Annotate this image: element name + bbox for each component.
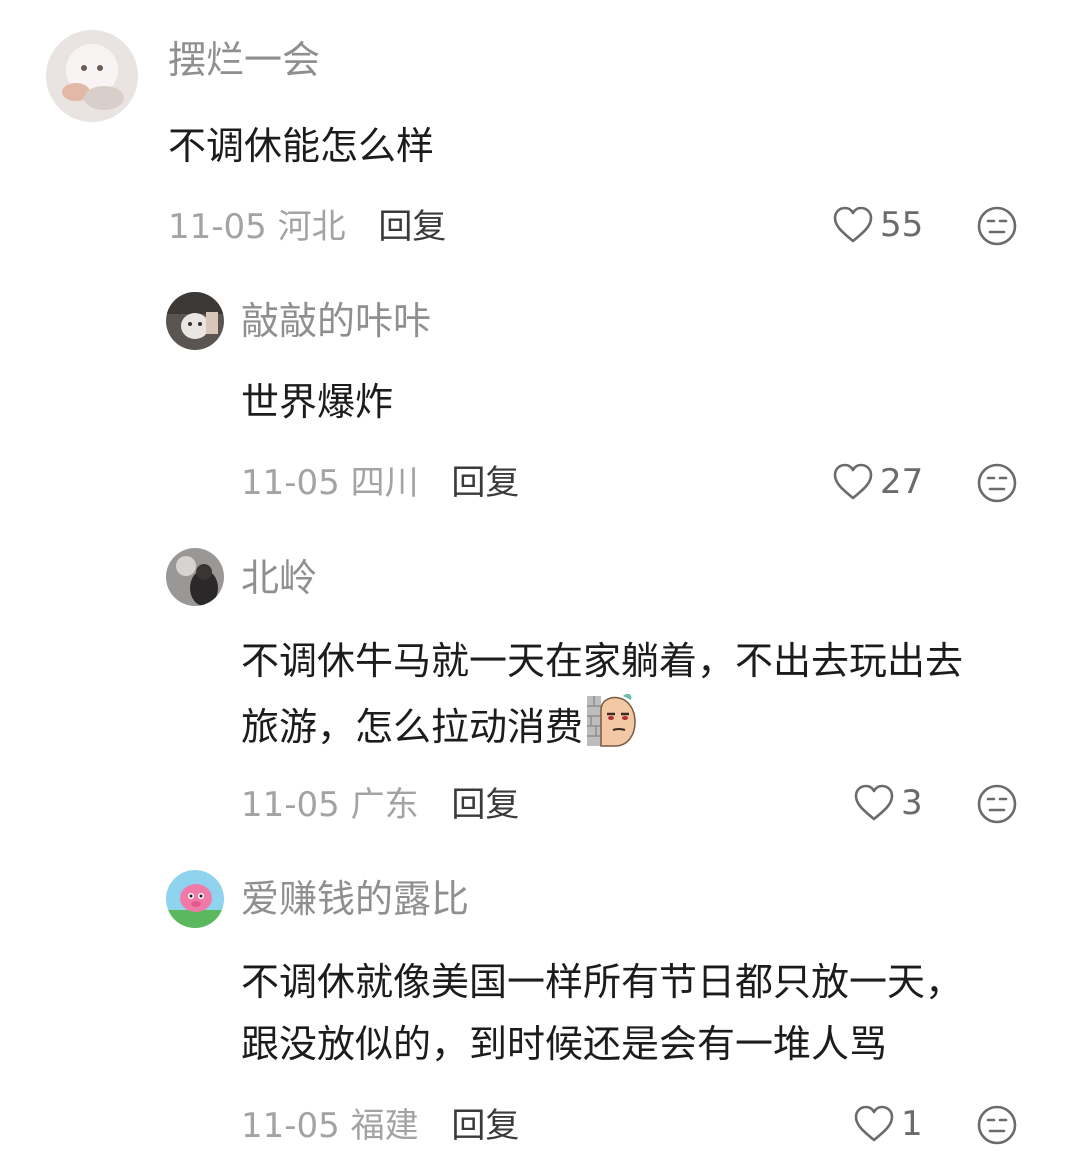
peeking-wall-emoji [587, 693, 636, 747]
comment-date: 11-05 [241, 1106, 340, 1146]
comment-meta: 11-05 广东 回复 [241, 785, 519, 825]
comment-line: 跟没放似的，到时候还是会有一堆人骂 [241, 1022, 888, 1066]
like-button[interactable]: 27 [832, 462, 923, 502]
avatar[interactable] [166, 870, 224, 928]
comment-text: 不调休就像美国一样所有节日都只放一天， 跟没放似的，到时候还是会有一堆人骂 [241, 951, 963, 1075]
heart-outline-icon [833, 206, 873, 243]
comment-meta: 11-05 四川 回复 [241, 463, 519, 503]
comment-meta: 11-05 河北 回复 [168, 207, 446, 247]
comment-location: 四川 [350, 463, 419, 503]
comment-text: 不调休能怎么样 [168, 115, 434, 177]
comment-text: 世界爆炸 [241, 371, 393, 433]
comment-line: 不调休牛马就一天在家躺着，不出去玩出去 [241, 639, 964, 683]
comment-location: 河北 [277, 207, 346, 247]
reply-button[interactable]: 回复 [451, 463, 519, 503]
comment-line: 不调休就像美国一样所有节日都只放一天， [241, 960, 964, 1004]
heart-outline-icon [833, 463, 873, 500]
like-button[interactable]: 55 [832, 205, 923, 245]
comment-meta: 11-05 福建 回复 [241, 1106, 519, 1146]
like-button[interactable]: 1 [853, 1104, 923, 1144]
reply-button[interactable]: 回复 [451, 785, 519, 825]
comment-line: 不调休能怎么样 [168, 124, 435, 168]
username[interactable]: 爱赚钱的露比 [241, 877, 469, 921]
meh-face-icon[interactable] [976, 1104, 1018, 1146]
avatar[interactable] [46, 30, 138, 122]
meh-face-icon[interactable] [976, 462, 1018, 504]
comment-location: 广东 [350, 785, 419, 825]
heart-outline-icon [854, 1105, 894, 1142]
username[interactable]: 北岭 [241, 556, 317, 600]
like-count: 55 [880, 205, 924, 245]
like-count: 1 [901, 1104, 923, 1144]
comment-location: 福建 [350, 1106, 419, 1146]
username[interactable]: 敲敲的咔咔 [241, 299, 431, 343]
comment-line: 旅游，怎么拉动消费 [241, 705, 584, 749]
like-count: 27 [880, 462, 924, 502]
comment-date: 11-05 [241, 463, 340, 503]
username[interactable]: 摆烂一会 [168, 38, 320, 82]
meh-face-icon[interactable] [976, 783, 1018, 825]
avatar[interactable] [166, 548, 224, 606]
heart-outline-icon [854, 784, 894, 821]
comment-date: 11-05 [241, 785, 340, 825]
reply-button[interactable]: 回复 [378, 207, 446, 247]
reply-button[interactable]: 回复 [451, 1106, 519, 1146]
comment-date: 11-05 [168, 207, 267, 247]
comment-line-with-emoji: 旅游，怎么拉动消费 [241, 692, 963, 758]
meh-face-icon[interactable] [976, 205, 1018, 247]
comment-line: 世界爆炸 [241, 380, 394, 424]
comment-text: 不调休牛马就一天在家躺着，不出去玩出去 旅游，怎么拉动消费 [241, 630, 963, 758]
like-button[interactable]: 3 [853, 783, 923, 823]
like-count: 3 [901, 783, 923, 823]
avatar[interactable] [166, 292, 224, 350]
